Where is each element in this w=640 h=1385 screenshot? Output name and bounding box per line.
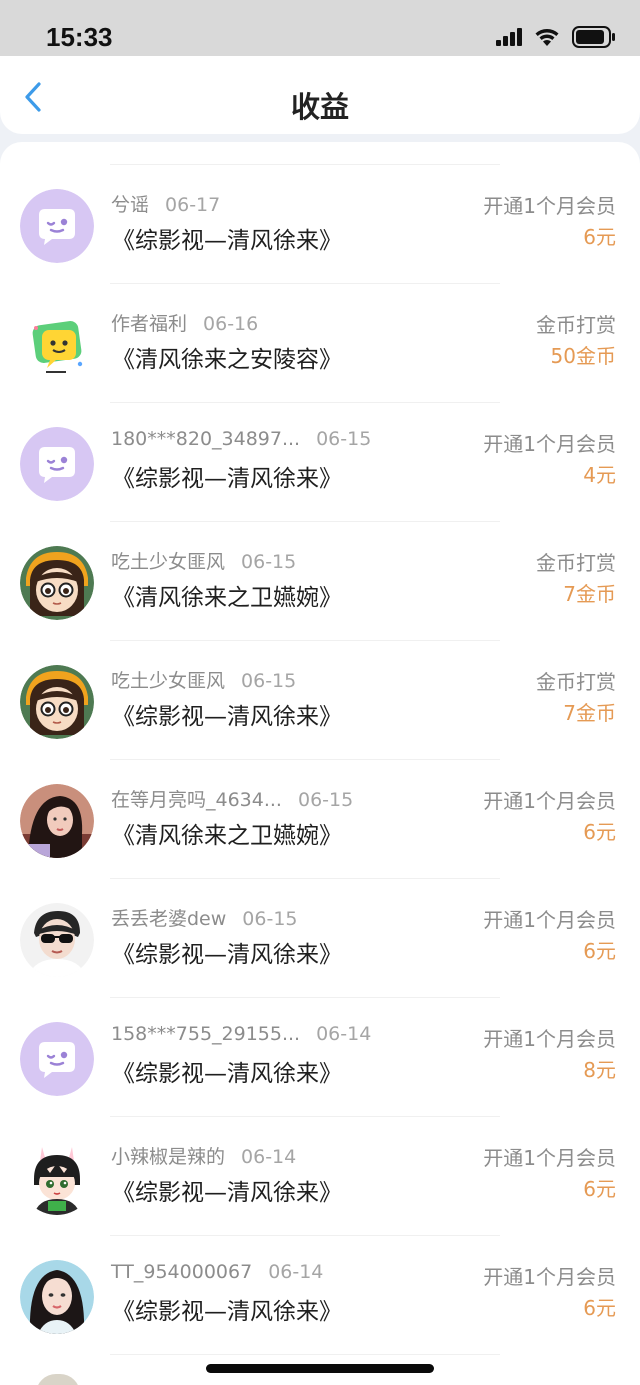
user-name[interactable]: 吃土少女匪风 <box>111 551 225 573</box>
book-title[interactable]: 《清风徐来之安陵容》 <box>112 340 342 374</box>
earning-amount: 6元 <box>583 820 616 844</box>
avatar[interactable] <box>20 1260 94 1334</box>
date: 06-15 <box>297 789 354 811</box>
book-title[interactable]: 《综影视—清风徐来》 <box>112 459 342 493</box>
partial-avatar <box>36 1374 80 1385</box>
user-meta: 作者福利 06-16 <box>111 309 258 336</box>
home-indicator[interactable] <box>206 1364 434 1373</box>
earning-amount: 6元 <box>583 939 616 963</box>
user-name[interactable]: 作者福利 <box>111 313 187 335</box>
avatar[interactable] <box>20 1141 94 1215</box>
date: 06-14 <box>268 1261 324 1283</box>
list-item[interactable]: 在等月亮吗_4634... 06-15 《清风徐来之卫嬿婉》 开通1个月会员 6元 <box>0 760 640 879</box>
book-title[interactable]: 《综影视—清风徐来》 <box>112 1173 342 1207</box>
earning-amount: 7金币 <box>563 701 616 725</box>
earning-amount: 4元 <box>583 463 616 487</box>
book-title[interactable]: 《综影视—清风徐来》 <box>112 221 342 255</box>
user-name[interactable]: 兮谣 <box>111 194 149 216</box>
book-title[interactable]: 《综影视—清风徐来》 <box>112 935 342 969</box>
book-title[interactable]: 《综影视—清风徐来》 <box>112 697 342 731</box>
earning-amount: 50金币 <box>550 344 616 368</box>
user-name[interactable]: 180***820_34897... <box>111 428 300 450</box>
list-item[interactable]: 吃土少女匪风 06-15 《综影视—清风徐来》 金币打赏 7金币 <box>0 641 640 760</box>
earning-type: 开通1个月会员 <box>483 1146 616 1170</box>
earning-type: 开通1个月会员 <box>483 432 616 456</box>
earning-amount: 8元 <box>583 1058 616 1082</box>
book-title[interactable]: 《综影视—清风徐来》 <box>112 1054 342 1088</box>
earning-type: 开通1个月会员 <box>483 1027 616 1051</box>
nav-bar: 收益 <box>0 56 640 134</box>
user-meta: TT_954000067 06-14 <box>111 1261 323 1283</box>
book-title[interactable]: 《清风徐来之卫嬿婉》 <box>112 578 342 612</box>
date: 06-15 <box>241 670 297 692</box>
earning-type: 开通1个月会员 <box>483 789 616 813</box>
list-item[interactable]: 作者福利 06-16 《清风徐来之安陵容》 金币打赏 50金币 <box>0 284 640 403</box>
avatar[interactable] <box>20 189 94 263</box>
list-item[interactable]: 兮谣 06-17 《综影视—清风徐来》 开通1个月会员 6元 <box>0 165 640 284</box>
earning-type: 开通1个月会员 <box>483 1265 616 1289</box>
date: 06-15 <box>316 428 372 450</box>
earning-type: 金币打赏 <box>536 551 616 575</box>
list-item[interactable]: 小辣椒是辣的 06-14 《综影视—清风徐来》 开通1个月会员 6元 <box>0 1117 640 1236</box>
avatar[interactable] <box>20 308 94 382</box>
date: 06-15 <box>242 908 298 930</box>
status-time: 15:33 <box>46 22 113 52</box>
earning-type: 开通1个月会员 <box>483 194 616 218</box>
date: 06-15 <box>241 551 297 573</box>
signal-icon <box>496 28 522 46</box>
wifi-icon <box>535 29 559 46</box>
book-title[interactable]: 《清风徐来之卫嬿婉》 <box>112 816 342 850</box>
divider <box>110 1354 500 1355</box>
book-title[interactable]: 《综影视—清风徐来》 <box>112 1292 342 1326</box>
user-meta: 小辣椒是辣的 06-14 <box>111 1142 296 1169</box>
list-item[interactable]: 丢丢老婆dew 06-15 《综影视—清风徐来》 开通1个月会员 6元 <box>0 879 640 998</box>
list-item[interactable]: 158***755_29155... 06-14 《综影视—清风徐来》 开通1个月… <box>0 998 640 1117</box>
date: 06-14 <box>316 1023 372 1045</box>
user-meta: 180***820_34897... 06-15 <box>111 428 371 450</box>
avatar[interactable] <box>20 427 94 501</box>
user-name[interactable]: TT_954000067 <box>111 1261 252 1283</box>
earning-type: 开通1个月会员 <box>483 908 616 932</box>
avatar[interactable] <box>20 903 94 977</box>
list-item[interactable]: 180***820_34897... 06-15 《综影视—清风徐来》 开通1个月… <box>0 403 640 522</box>
user-name[interactable]: 158***755_29155... <box>111 1023 300 1045</box>
earning-amount: 6元 <box>583 225 616 249</box>
date: 06-16 <box>203 313 259 335</box>
status-bar: 15:33 <box>0 0 640 56</box>
earnings-list: 兮谣 06-17 《综影视—清风徐来》 开通1个月会员 6元 作者福利 06-16 … <box>0 142 640 1385</box>
avatar[interactable] <box>20 1022 94 1096</box>
status-icons <box>496 26 616 48</box>
earning-amount: 6元 <box>583 1177 616 1201</box>
earning-amount: 6元 <box>583 1296 616 1320</box>
avatar[interactable] <box>20 784 94 858</box>
battery-icon <box>572 26 615 48</box>
list-item[interactable]: 吃土少女匪风 06-15 《清风徐来之卫嬿婉》 金币打赏 7金币 <box>0 522 640 641</box>
page-title: 收益 <box>290 90 349 124</box>
user-meta: 吃土少女匪风 06-15 <box>111 666 296 693</box>
user-meta: 在等月亮吗_4634... 06-15 <box>111 785 353 812</box>
list-item[interactable]: TT_954000067 06-14 《综影视—清风徐来》 开通1个月会员 6元 <box>0 1236 640 1355</box>
avatar[interactable] <box>20 665 94 739</box>
user-meta: 丢丢老婆dew 06-15 <box>111 904 298 931</box>
date: 06-14 <box>241 1146 297 1168</box>
user-name[interactable]: 丢丢老婆dew <box>111 908 226 930</box>
date: 06-17 <box>165 194 221 216</box>
user-meta: 158***755_29155... 06-14 <box>111 1023 371 1045</box>
user-meta: 兮谣 06-17 <box>111 190 220 217</box>
earning-type: 金币打赏 <box>536 670 616 694</box>
earning-amount: 7金币 <box>563 582 616 606</box>
user-meta: 吃土少女匪风 06-15 <box>111 547 296 574</box>
avatar[interactable] <box>20 546 94 620</box>
earning-type: 金币打赏 <box>536 313 616 337</box>
user-name[interactable]: 小辣椒是辣的 <box>111 1146 225 1168</box>
user-name[interactable]: 在等月亮吗_4634... <box>111 789 282 811</box>
user-name[interactable]: 吃土少女匪风 <box>111 670 225 692</box>
